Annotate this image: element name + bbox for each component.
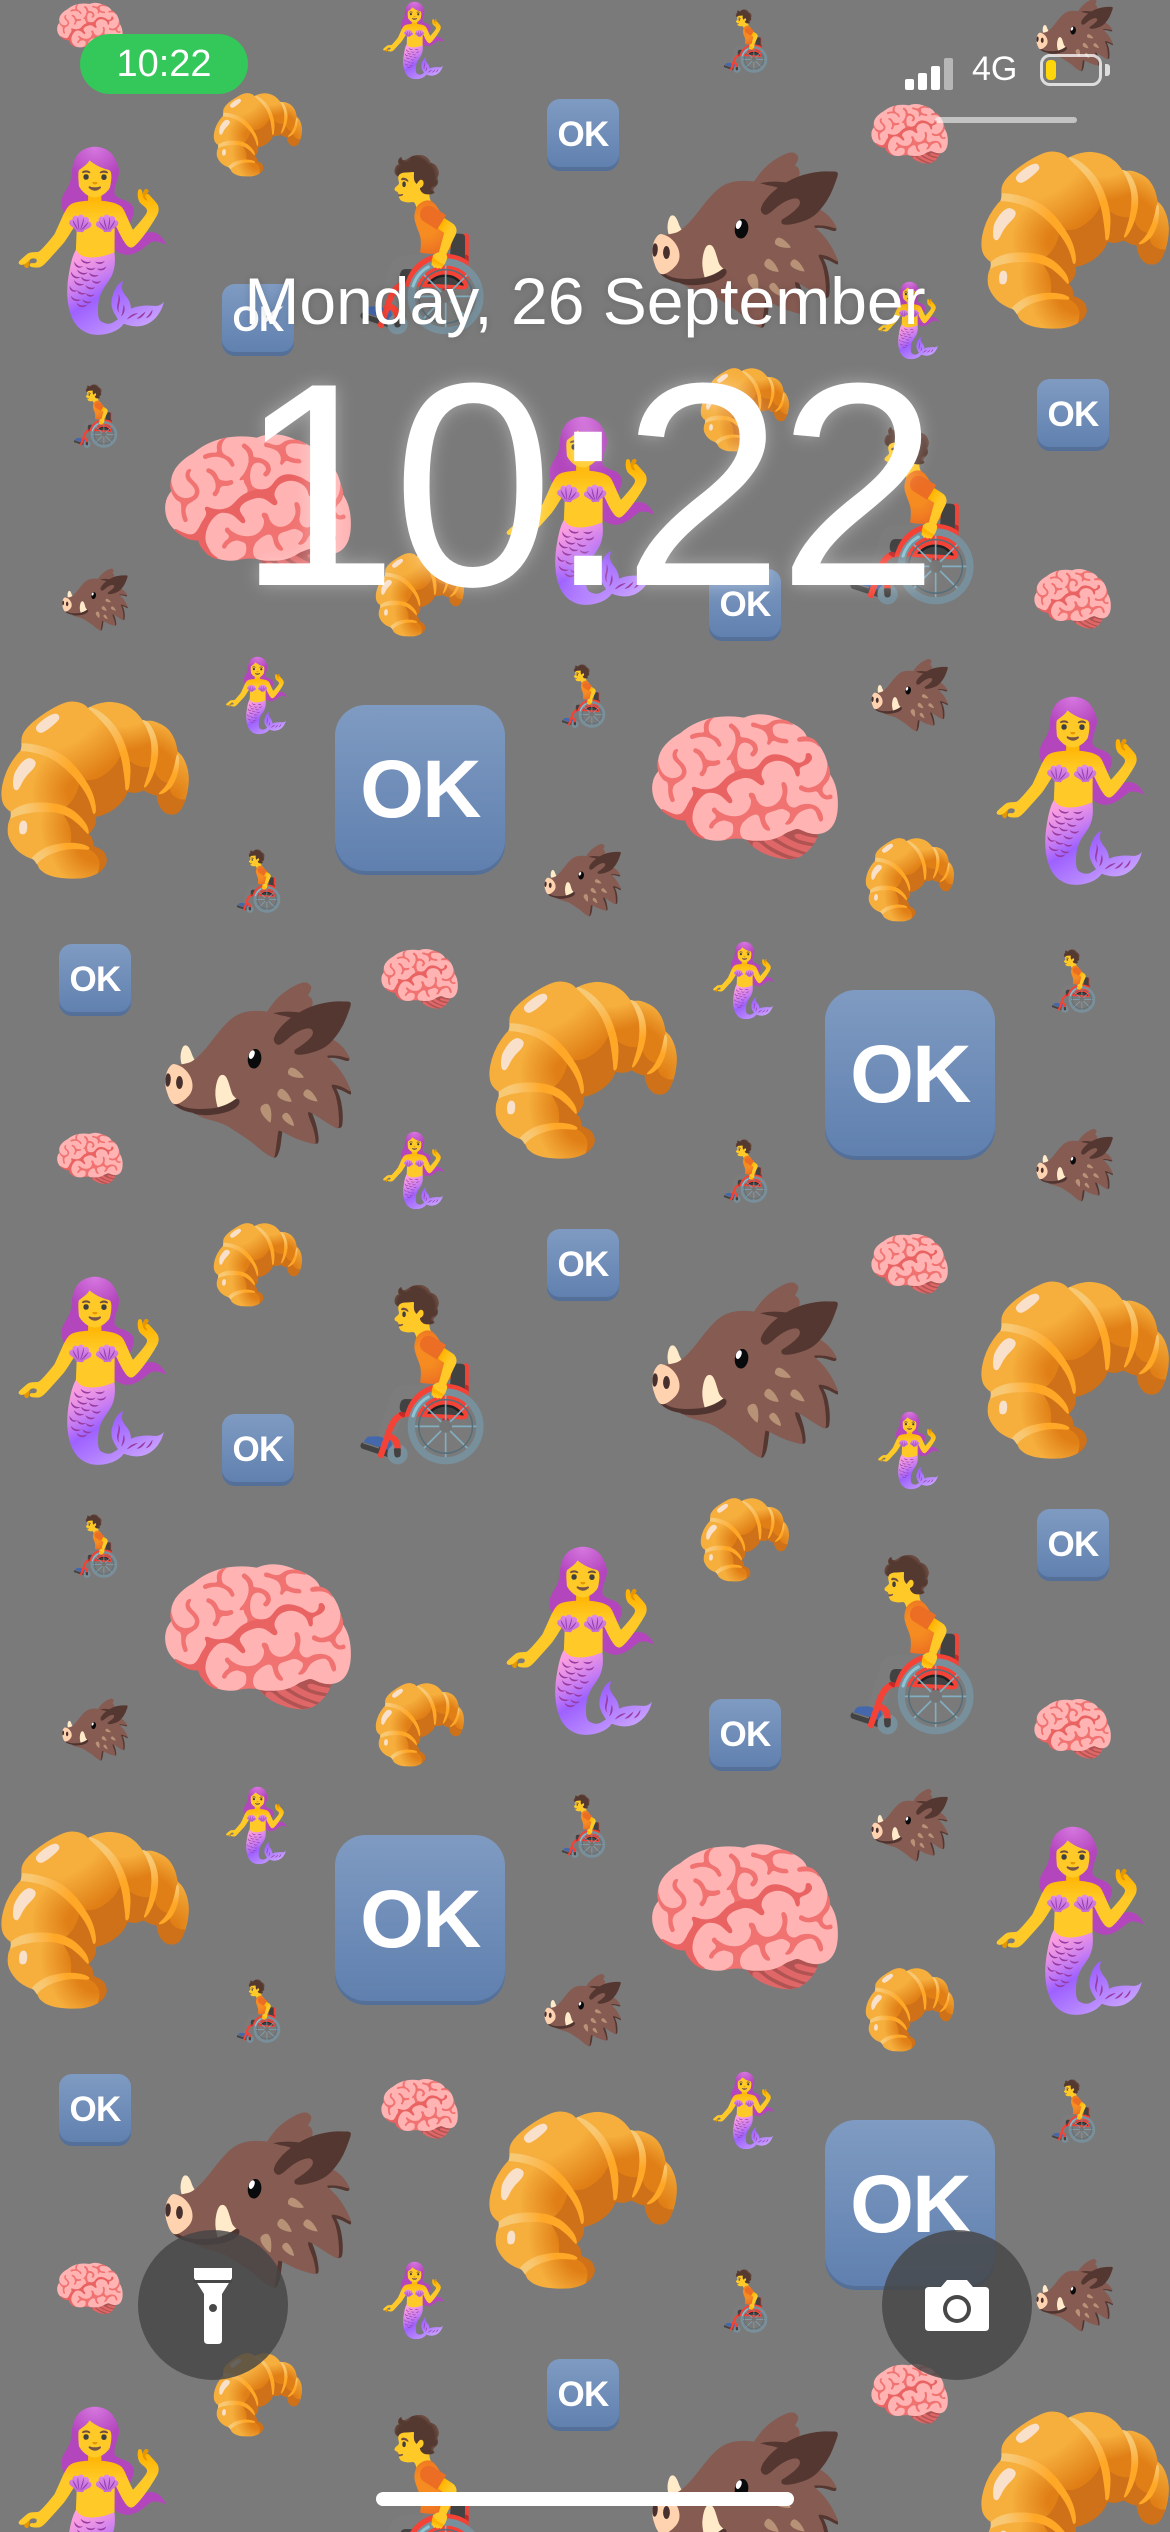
wheelchair-person-emoji: 🧑‍🦽 xyxy=(804,1545,1016,1735)
home-indicator[interactable] xyxy=(376,2492,794,2506)
brain-emoji: 🧠 xyxy=(52,2256,128,2323)
status-time[interactable]: 10:22 xyxy=(80,34,248,94)
brain-emoji: 🧠 xyxy=(639,1825,851,2015)
battery-icon xyxy=(1040,54,1102,86)
boar-emoji: 🐗 xyxy=(866,656,954,734)
wheelchair-person-emoji: 🧑‍🦽 xyxy=(220,1976,296,2043)
boar-emoji: 🐗 xyxy=(57,1696,133,1763)
mermaid-emoji: 🧜‍♀️ xyxy=(0,2405,201,2532)
boar-emoji: 🐗 xyxy=(639,1275,851,1465)
wheelchair-person-emoji: 🧑‍🦽 xyxy=(707,2266,783,2333)
brain-emoji: 🧠 xyxy=(1029,1691,1117,1769)
brain-emoji: 🧠 xyxy=(152,1545,364,1735)
croissant-emoji: 🥐 xyxy=(208,90,308,179)
wheelchair-person-emoji: 🧑‍🦽 xyxy=(220,846,296,913)
lock-screen-time: 10:22 xyxy=(237,323,939,647)
wheelchair-person-emoji: 🧑‍🦽 xyxy=(545,661,621,728)
croissant-emoji: 🥐 xyxy=(0,1825,201,2015)
croissant-emoji: 🥐 xyxy=(477,2105,689,2295)
battery-level xyxy=(1046,60,1056,80)
mermaid-emoji: 🧜‍♀️ xyxy=(371,2261,459,2339)
mermaid-emoji: 🧜‍♀️ xyxy=(371,1131,459,1209)
mermaid-emoji: 🧜‍♀️ xyxy=(967,1825,1170,2015)
croissant-emoji: 🥐 xyxy=(969,2405,1170,2532)
brain-emoji: 🧠 xyxy=(376,941,464,1019)
mermaid-emoji: 🧜‍♀️ xyxy=(701,941,789,1019)
mermaid-emoji: 🧜‍♀️ xyxy=(214,1786,302,1864)
ok-button-emoji: OK xyxy=(825,990,995,1160)
ok-button-emoji: OK xyxy=(335,1835,505,2005)
wheelchair-person-emoji: 🧑‍🦽 xyxy=(57,1511,133,1578)
croissant-emoji: 🥐 xyxy=(208,1220,308,1309)
ok-button-emoji: OK xyxy=(59,944,131,1016)
ok-button-emoji: OK xyxy=(222,1414,294,1486)
ok-button-emoji: OK xyxy=(709,1699,781,1771)
brain-emoji: 🧠 xyxy=(52,1126,128,1193)
croissant-emoji: 🥐 xyxy=(477,975,689,1165)
wheelchair-person-emoji: 🧑‍🦽 xyxy=(707,1136,783,1203)
brain-emoji: 🧠 xyxy=(376,2071,464,2149)
mermaid-emoji: 🧜‍♀️ xyxy=(701,2071,789,2149)
wheelchair-person-emoji: 🧑‍🦽 xyxy=(314,2405,526,2532)
croissant-emoji: 🥐 xyxy=(860,835,960,924)
mermaid-emoji: 🧜‍♀️ xyxy=(967,695,1170,885)
wheelchair-person-emoji: 🧑‍🦽 xyxy=(1035,946,1111,1013)
croissant-emoji: 🥐 xyxy=(969,1275,1170,1465)
mermaid-emoji: 🧜‍♀️ xyxy=(477,1545,689,1735)
ok-button-emoji: OK xyxy=(335,705,505,875)
brain-emoji: 🧠 xyxy=(866,1226,954,1304)
ok-button-emoji: OK xyxy=(1037,1509,1109,1581)
wheelchair-person-emoji: 🧑‍🦽 xyxy=(545,1791,621,1858)
flashlight-button[interactable] xyxy=(138,2230,288,2380)
ok-button-emoji: OK xyxy=(547,2359,619,2431)
mermaid-emoji: 🧜‍♀️ xyxy=(214,656,302,734)
wheelchair-person-emoji: 🧑‍🦽 xyxy=(1035,2076,1111,2143)
ok-button-emoji: OK xyxy=(59,2074,131,2146)
brain-emoji: 🧠 xyxy=(866,96,954,174)
camera-button[interactable] xyxy=(882,2230,1032,2380)
ok-button-emoji: OK xyxy=(547,1229,619,1301)
ok-button-emoji: OK xyxy=(547,99,619,171)
croissant-emoji: 🥐 xyxy=(695,1495,795,1584)
flashlight-icon xyxy=(194,2268,232,2344)
boar-emoji: 🐗 xyxy=(1031,2256,1119,2334)
wheelchair-person-emoji: 🧑‍🦽 xyxy=(314,1275,526,1465)
battery-cap xyxy=(1105,64,1110,76)
mermaid-emoji: 🧜‍♀️ xyxy=(0,1275,201,1465)
mermaid-emoji: 🧜‍♀️ xyxy=(371,1,459,79)
croissant-emoji: 🥐 xyxy=(370,1680,470,1769)
boar-emoji: 🐗 xyxy=(639,2405,851,2532)
control-center-indicator[interactable] xyxy=(935,117,1077,123)
boar-emoji: 🐗 xyxy=(152,975,364,1165)
camera-icon xyxy=(925,2280,989,2331)
boar-emoji: 🐗 xyxy=(539,1971,627,2049)
network-type: 4G xyxy=(972,50,1018,88)
mermaid-emoji: 🧜‍♀️ xyxy=(866,1411,954,1489)
croissant-emoji: 🥐 xyxy=(0,695,201,885)
croissant-emoji: 🥐 xyxy=(860,1965,960,2054)
boar-emoji: 🐗 xyxy=(539,841,627,919)
boar-emoji: 🐗 xyxy=(866,1786,954,1864)
brain-emoji: 🧠 xyxy=(639,695,851,885)
boar-emoji: 🐗 xyxy=(1031,1126,1119,1204)
cellular-signal-icon xyxy=(905,54,955,90)
wheelchair-person-emoji: 🧑‍🦽 xyxy=(707,6,783,73)
